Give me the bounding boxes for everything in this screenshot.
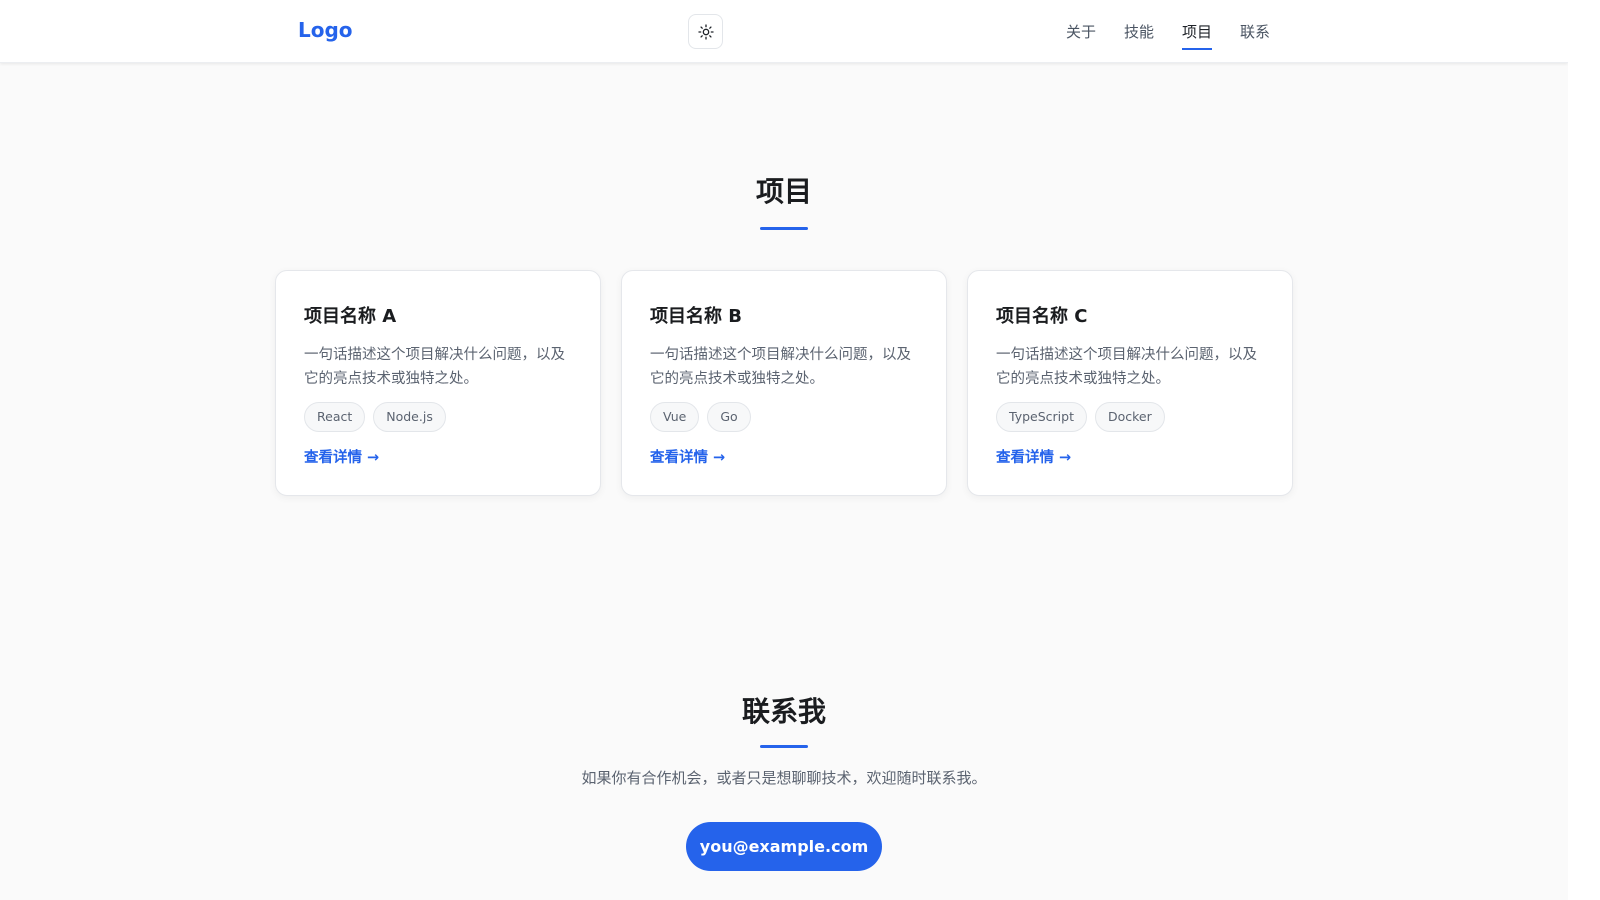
project-card: 项目名称 C 一句话描述这个项目解决什么问题，以及它的亮点技术或独特之处。 Ty… bbox=[967, 270, 1293, 496]
project-card-title: 项目名称 C bbox=[996, 306, 1088, 327]
project-card: 项目名称 A 一句话描述这个项目解决什么问题，以及它的亮点技术或独特之处。 Re… bbox=[275, 270, 601, 496]
project-card-tags: Vue Go bbox=[650, 402, 918, 432]
view-details-link[interactable]: 查看详情 → bbox=[304, 446, 379, 467]
project-card-title: 项目名称 B bbox=[650, 306, 742, 327]
project-card-tags: React Node.js bbox=[304, 402, 572, 432]
logo-link[interactable]: Logo bbox=[298, 18, 353, 42]
contact-description: 如果你有合作机会，或者只是想聊聊技术，欢迎随时联系我。 bbox=[581, 769, 987, 787]
nav-link-projects[interactable]: 项目 bbox=[1181, 15, 1212, 50]
page-scrollbar[interactable] bbox=[1568, 0, 1600, 900]
email-button[interactable]: you@example.com bbox=[686, 822, 882, 871]
contact-section-title: 联系我 bbox=[741, 695, 826, 728]
tech-tag: React bbox=[304, 402, 366, 432]
tech-tag: Vue bbox=[650, 402, 700, 432]
contact-title-underline bbox=[760, 745, 808, 748]
tech-tag: TypeScript bbox=[996, 402, 1087, 432]
tech-tag: Docker bbox=[1094, 402, 1165, 432]
project-card-tags: TypeScript Docker bbox=[996, 402, 1264, 432]
site-header: Logo 关于 技能 项目 联系 bbox=[0, 0, 1568, 63]
tech-tag: Node.js bbox=[373, 402, 446, 432]
project-card-title: 项目名称 A bbox=[304, 306, 397, 327]
view-details-link[interactable]: 查看详情 → bbox=[996, 446, 1071, 467]
main-nav: 关于 技能 项目 联系 bbox=[1066, 0, 1270, 63]
nav-link-skills[interactable]: 技能 bbox=[1124, 15, 1154, 48]
view-details-link[interactable]: 查看详情 → bbox=[650, 446, 725, 467]
tech-tag: Go bbox=[707, 402, 751, 432]
projects-section-title: 项目 bbox=[755, 175, 812, 208]
nav-link-contact[interactable]: 联系 bbox=[1240, 15, 1270, 48]
project-card-description: 一句话描述这个项目解决什么问题，以及它的亮点技术或独特之处。 bbox=[304, 347, 565, 387]
theme-toggle-button[interactable] bbox=[688, 14, 723, 49]
nav-link-about[interactable]: 关于 bbox=[1066, 15, 1096, 48]
project-card-description: 一句话描述这个项目解决什么问题，以及它的亮点技术或独特之处。 bbox=[650, 347, 911, 387]
project-card: 项目名称 B 一句话描述这个项目解决什么问题，以及它的亮点技术或独特之处。 Vu… bbox=[621, 270, 947, 496]
sun-icon bbox=[697, 23, 714, 40]
projects-title-underline bbox=[760, 227, 808, 230]
project-card-description: 一句话描述这个项目解决什么问题，以及它的亮点技术或独特之处。 bbox=[996, 347, 1257, 387]
